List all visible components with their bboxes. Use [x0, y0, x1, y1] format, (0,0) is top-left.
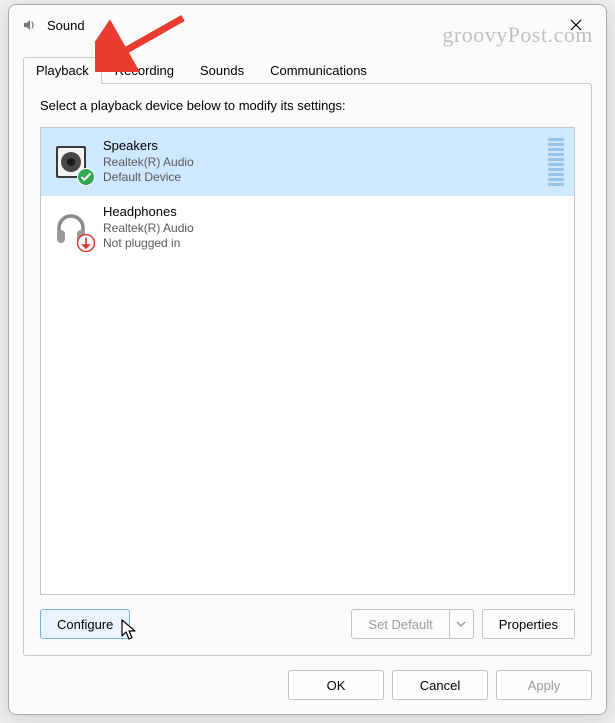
configure-button[interactable]: Configure: [40, 609, 130, 639]
dialog-button-row: OK Cancel Apply: [23, 656, 592, 700]
close-button[interactable]: [554, 9, 598, 41]
properties-button[interactable]: Properties: [482, 609, 575, 639]
device-name: Speakers: [103, 138, 536, 155]
device-row-speakers[interactable]: Speakers Realtek(R) Audio Default Device: [41, 128, 574, 196]
device-meta: Speakers Realtek(R) Audio Default Device: [103, 138, 536, 186]
tab-strip: Playback Recording Sounds Communications: [23, 55, 592, 83]
titlebar: Sound: [9, 5, 606, 45]
sound-dialog: Sound Playback Recording Sounds Communic…: [8, 4, 607, 715]
device-driver: Realtek(R) Audio: [103, 155, 536, 171]
device-status: Not plugged in: [103, 236, 564, 252]
chevron-down-icon: [456, 621, 466, 627]
volume-level-icon: [548, 134, 564, 190]
device-list[interactable]: Speakers Realtek(R) Audio Default Device: [40, 127, 575, 595]
cancel-button[interactable]: Cancel: [392, 670, 488, 700]
device-row-headphones[interactable]: Headphones Realtek(R) Audio Not plugged …: [41, 196, 574, 260]
speaker-icon: [51, 142, 91, 182]
playback-panel: Select a playback device below to modify…: [23, 83, 592, 656]
dialog-body: Playback Recording Sounds Communications…: [9, 45, 606, 714]
tab-playback[interactable]: Playback: [23, 57, 102, 84]
ok-button[interactable]: OK: [288, 670, 384, 700]
device-name: Headphones: [103, 204, 564, 221]
device-meta: Headphones Realtek(R) Audio Not plugged …: [103, 204, 564, 252]
set-default-button[interactable]: Set Default: [351, 609, 449, 639]
panel-button-row: Configure Set Default Properties: [40, 609, 575, 639]
set-default-caret[interactable]: [450, 609, 474, 639]
tab-recording[interactable]: Recording: [102, 57, 187, 83]
tab-communications[interactable]: Communications: [257, 57, 380, 83]
window-title: Sound: [47, 18, 554, 33]
device-status: Default Device: [103, 170, 536, 186]
apply-button[interactable]: Apply: [496, 670, 592, 700]
headphones-icon: [51, 208, 91, 248]
instruction-text: Select a playback device below to modify…: [40, 98, 575, 113]
close-icon: [570, 19, 582, 31]
device-driver: Realtek(R) Audio: [103, 221, 564, 237]
sound-app-icon: [21, 17, 37, 33]
tab-sounds[interactable]: Sounds: [187, 57, 257, 83]
set-default-split-button[interactable]: Set Default: [351, 609, 473, 639]
